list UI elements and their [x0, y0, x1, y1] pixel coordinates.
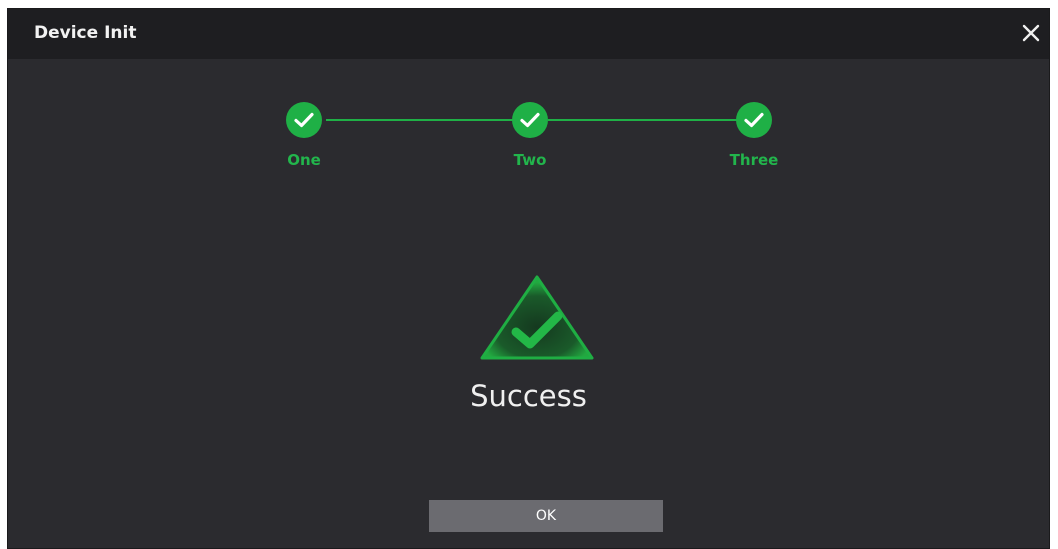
step-two-label: Two [513, 151, 547, 169]
step-connector [326, 119, 516, 121]
step-two-indicator [512, 102, 548, 138]
device-init-dialog: Device Init One Two Three Success OK [7, 8, 1050, 549]
progress-steps: One Two Three [8, 9, 1049, 189]
step-one-label: One [287, 151, 321, 169]
ok-button[interactable]: OK [429, 500, 663, 532]
step-connector [548, 119, 744, 121]
check-icon [294, 112, 314, 128]
step-three-indicator [736, 102, 772, 138]
success-message: Success [470, 379, 587, 413]
check-icon [520, 112, 540, 128]
check-icon [744, 112, 764, 128]
step-one-indicator [286, 102, 322, 138]
success-triangle-check-icon [478, 274, 596, 366]
step-three-label: Three [729, 151, 779, 169]
